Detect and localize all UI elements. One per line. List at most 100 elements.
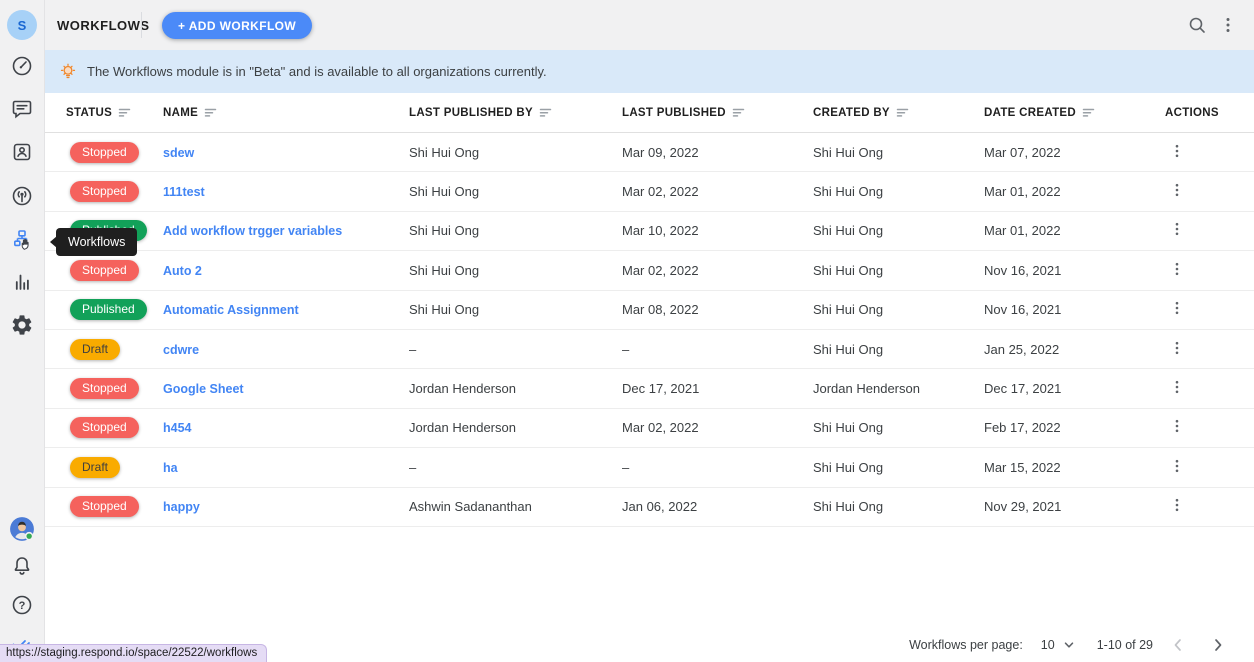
sidebar-item-notifications[interactable] xyxy=(10,554,34,578)
org-avatar[interactable]: S xyxy=(7,10,37,40)
created-by-cell: Shi Hui Ong xyxy=(813,499,984,514)
date-created-cell: Jan 25, 2022 xyxy=(984,342,1165,357)
date-created-cell: Mar 01, 2022 xyxy=(984,223,1165,238)
add-workflow-button[interactable]: + ADD WORKFLOW xyxy=(162,12,312,39)
last-published-by-cell: Shi Hui Ong xyxy=(409,184,622,199)
date-created-cell: Mar 07, 2022 xyxy=(984,145,1165,160)
sidebar-item-workflows[interactable] xyxy=(10,228,34,252)
created-by-cell: Jordan Henderson xyxy=(813,381,984,396)
user-avatar-image xyxy=(9,516,35,542)
column-header-label: STATUS xyxy=(66,107,112,119)
status-badge: Draft xyxy=(70,339,120,360)
workflow-name-link[interactable]: cdwre xyxy=(163,343,199,357)
sidebar-item-settings[interactable] xyxy=(10,313,34,337)
messages-icon xyxy=(10,97,34,121)
created-by-cell: Shi Hui Ong xyxy=(813,263,984,278)
last-published-by-cell: – xyxy=(409,342,622,357)
last-published-cell: Jan 06, 2022 xyxy=(622,499,813,514)
settings-icon xyxy=(10,313,34,337)
last-published-cell: Mar 09, 2022 xyxy=(622,145,813,160)
status-badge: Published xyxy=(70,299,147,320)
column-header-label: LAST PUBLISHED xyxy=(622,107,726,119)
row-actions-kebab-icon[interactable] xyxy=(1169,458,1185,474)
last-published-cell: – xyxy=(622,460,813,475)
workflow-name-link[interactable]: Auto 2 xyxy=(163,264,202,278)
last-published-cell: Mar 08, 2022 xyxy=(622,302,813,317)
svg-text:?: ? xyxy=(19,600,26,612)
per-page-label: Workflows per page: xyxy=(909,638,1023,652)
row-actions-kebab-icon[interactable] xyxy=(1169,340,1185,356)
sort-icon xyxy=(1082,106,1095,119)
created-by-cell: Shi Hui Ong xyxy=(813,460,984,475)
last-published-by-cell: Jordan Henderson xyxy=(409,381,622,396)
sidebar-item-reports[interactable] xyxy=(10,270,34,294)
date-created-cell: Nov 16, 2021 xyxy=(984,302,1165,317)
workflow-name-link[interactable]: 111test xyxy=(163,185,205,199)
notifications-icon xyxy=(10,554,34,578)
sidebar-item-messages[interactable] xyxy=(10,97,34,121)
row-actions-kebab-icon[interactable] xyxy=(1169,497,1185,513)
table-row: Stopped h454 Jordan Henderson Mar 02, 20… xyxy=(44,409,1254,448)
last-published-cell: – xyxy=(622,342,813,357)
column-header-label: ACTIONS xyxy=(1165,107,1219,119)
broadcast-icon xyxy=(10,184,34,208)
workflow-name-link[interactable]: happy xyxy=(163,500,200,514)
workflow-name-link[interactable]: sdew xyxy=(163,146,194,160)
sidebar-item-help[interactable]: ? xyxy=(10,593,34,617)
column-header-name[interactable]: NAME xyxy=(163,106,409,119)
date-created-cell: Nov 29, 2021 xyxy=(984,499,1165,514)
next-page-icon[interactable] xyxy=(1209,636,1227,654)
last-published-cell: Mar 10, 2022 xyxy=(622,223,813,238)
sidebar-item-dashboard[interactable] xyxy=(10,54,34,78)
last-published-by-cell: Ashwin Sadananthan xyxy=(409,499,622,514)
date-created-cell: Feb 17, 2022 xyxy=(984,420,1165,435)
sort-icon xyxy=(896,106,909,119)
workflow-name-link[interactable]: Add workflow trgger variables xyxy=(163,224,342,238)
per-page-value[interactable]: 10 xyxy=(1041,638,1055,652)
last-published-by-cell: Shi Hui Ong xyxy=(409,223,622,238)
contacts-icon xyxy=(10,140,34,164)
row-actions-kebab-icon[interactable] xyxy=(1169,379,1185,395)
column-header-date-created[interactable]: DATE CREATED xyxy=(984,106,1165,119)
workflow-name-link[interactable]: ha xyxy=(163,461,178,475)
sort-icon xyxy=(539,106,552,119)
table-row: Stopped 111test Shi Hui Ong Mar 02, 2022… xyxy=(44,172,1254,211)
sidebar-item-broadcast[interactable] xyxy=(10,184,34,208)
last-published-by-cell: Shi Hui Ong xyxy=(409,263,622,278)
table-row: Draft cdwre – – Shi Hui Ong Jan 25, 2022 xyxy=(44,330,1254,369)
sidebar-item-contacts[interactable] xyxy=(10,140,34,164)
prev-page-icon[interactable] xyxy=(1169,636,1187,654)
row-actions-kebab-icon[interactable] xyxy=(1169,143,1185,159)
beta-banner-text: The Workflows module is in "Beta" and is… xyxy=(87,64,547,79)
workflows-tooltip: Workflows xyxy=(56,228,137,256)
row-actions-kebab-icon[interactable] xyxy=(1169,418,1185,434)
workflow-name-link[interactable]: Automatic Assignment xyxy=(163,303,299,317)
per-page-chevron-down-icon[interactable] xyxy=(1063,639,1075,651)
last-published-by-cell: Shi Hui Ong xyxy=(409,302,622,317)
page-title: WORKFLOWS xyxy=(57,18,150,33)
status-badge: Stopped xyxy=(70,496,139,517)
user-avatar[interactable] xyxy=(9,516,35,542)
overflow-menu-icon[interactable] xyxy=(1216,13,1240,37)
workflow-name-link[interactable]: Google Sheet xyxy=(163,382,244,396)
created-by-cell: Shi Hui Ong xyxy=(813,145,984,160)
date-created-cell: Dec 17, 2021 xyxy=(984,381,1165,396)
search-icon[interactable] xyxy=(1185,13,1209,37)
row-actions-kebab-icon[interactable] xyxy=(1169,182,1185,198)
workflow-name-link[interactable]: h454 xyxy=(163,421,192,435)
column-header-last-published[interactable]: LAST PUBLISHED xyxy=(622,106,813,119)
date-created-cell: Mar 15, 2022 xyxy=(984,460,1165,475)
created-by-cell: Shi Hui Ong xyxy=(813,184,984,199)
column-header-label: LAST PUBLISHED BY xyxy=(409,107,533,119)
table-body: Stopped sdew Shi Hui Ong Mar 09, 2022 Sh… xyxy=(44,133,1254,527)
column-header-last-published-by[interactable]: LAST PUBLISHED BY xyxy=(409,106,622,119)
row-actions-kebab-icon[interactable] xyxy=(1169,221,1185,237)
beta-banner: The Workflows module is in "Beta" and is… xyxy=(44,50,1254,93)
row-actions-kebab-icon[interactable] xyxy=(1169,261,1185,277)
last-published-by-cell: – xyxy=(409,460,622,475)
row-actions-kebab-icon[interactable] xyxy=(1169,300,1185,316)
lightbulb-icon xyxy=(58,62,78,82)
column-header-created-by[interactable]: CREATED BY xyxy=(813,106,984,119)
column-header-status[interactable]: STATUS xyxy=(66,106,163,119)
date-created-cell: Mar 01, 2022 xyxy=(984,184,1165,199)
